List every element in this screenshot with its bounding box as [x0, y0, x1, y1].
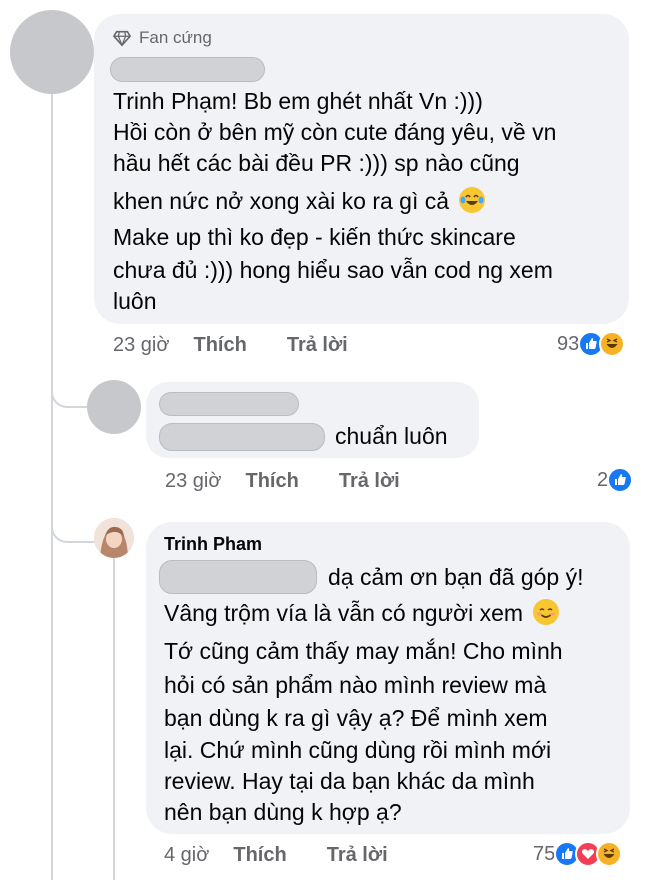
redacted-author-name[interactable]	[110, 57, 265, 82]
reply-line: lại. Chứ mình cũng dùng rồi mình mới	[164, 737, 552, 763]
reply-button[interactable]: Trả lời	[287, 334, 348, 357]
fan-badge[interactable]: Fan cứng	[113, 28, 212, 48]
thread-line-branch-2	[51, 515, 95, 543]
comment-line: hầu hết các bài đều PR :))) sp nào cũng	[113, 150, 520, 176]
diamond-icon	[113, 30, 131, 47]
reply-line: bạn dùng k ra gì vậy ạ? Để mình xem	[164, 705, 548, 731]
timestamp[interactable]: 23 giờ	[113, 334, 169, 357]
haha-reaction-icon	[599, 331, 626, 357]
reply-text: chuẩn luôn	[335, 423, 448, 449]
author-name[interactable]: Trinh Pham	[164, 534, 262, 555]
reply-line-with-emoji: Vâng trộm vía là vẫn có người xem	[164, 598, 560, 629]
reply-actions: 23 giờ Thích Trả lời	[165, 470, 440, 493]
laughing-tears-icon	[460, 188, 485, 212]
reaction-summary[interactable]: 93	[557, 331, 626, 357]
like-reaction-icon	[607, 467, 634, 493]
like-button[interactable]: Thích	[233, 844, 286, 867]
reply-line: review. Hay tại da bạn khác da mình	[164, 768, 535, 794]
smiling-blush-icon	[534, 600, 559, 624]
timestamp[interactable]: 23 giờ	[165, 470, 221, 493]
reaction-summary[interactable]: 75	[533, 841, 623, 867]
comment-line-with-emoji: khen nức nở xong xài ko ra gì cả	[113, 186, 486, 217]
comment-line: chưa đủ :))) hong hiểu sao vẫn cod ng xe…	[113, 257, 553, 283]
comment-line: Make up thì ko đẹp - kiến thức skincare	[113, 224, 516, 250]
commenter-avatar[interactable]	[10, 10, 94, 94]
reply-button[interactable]: Trả lời	[327, 844, 388, 867]
thread-line-branch-1	[51, 384, 87, 408]
author-avatar[interactable]	[94, 518, 134, 558]
comment-line: luôn	[113, 288, 157, 314]
comment-actions: 23 giờ Thích Trả lời	[113, 334, 388, 357]
thread-line-main	[51, 72, 53, 880]
reaction-summary[interactable]: 2	[597, 467, 634, 493]
like-button[interactable]: Thích	[245, 470, 298, 493]
reply-line: hỏi có sản phẩm nào mình review mà	[164, 672, 547, 698]
comment-line: Hồi còn ở bên mỹ còn cute đáng yêu, về v…	[113, 119, 557, 145]
badge-label: Fan cứng	[139, 28, 212, 47]
author-reply-actions: 4 giờ Thích Trả lời	[164, 844, 428, 867]
reply-line: Tớ cũng cảm thấy may mắn! Cho mình	[164, 638, 563, 664]
thread-line-sub	[113, 558, 115, 880]
comment-line: khen nức nở xong xài ko ra gì cả	[113, 188, 450, 214]
redacted-author-name[interactable]	[159, 392, 299, 416]
reaction-count: 93	[557, 332, 580, 355]
reply-avatar[interactable]	[87, 380, 141, 434]
reply-line: Vâng trộm vía là vẫn có người xem	[164, 600, 524, 626]
author-photo	[94, 518, 134, 558]
redacted-tagged-name[interactable]	[159, 560, 317, 594]
timestamp[interactable]: 4 giờ	[164, 844, 209, 867]
reply-button[interactable]: Trả lời	[339, 470, 400, 493]
like-button[interactable]: Thích	[193, 334, 246, 357]
laughing-tears-emoji	[459, 187, 486, 213]
reply-line: dạ cảm ơn bạn đã góp ý!	[328, 564, 584, 590]
haha-reaction-icon	[596, 841, 623, 867]
reply-line: nên bạn dùng k hợp ạ?	[164, 799, 402, 825]
reaction-count: 75	[533, 842, 556, 865]
redacted-tagged-name[interactable]	[159, 423, 325, 451]
comment-line: Trinh Phạm! Bb em ghét nhất Vn :)))	[113, 88, 483, 114]
smiling-blush-emoji	[533, 599, 560, 625]
